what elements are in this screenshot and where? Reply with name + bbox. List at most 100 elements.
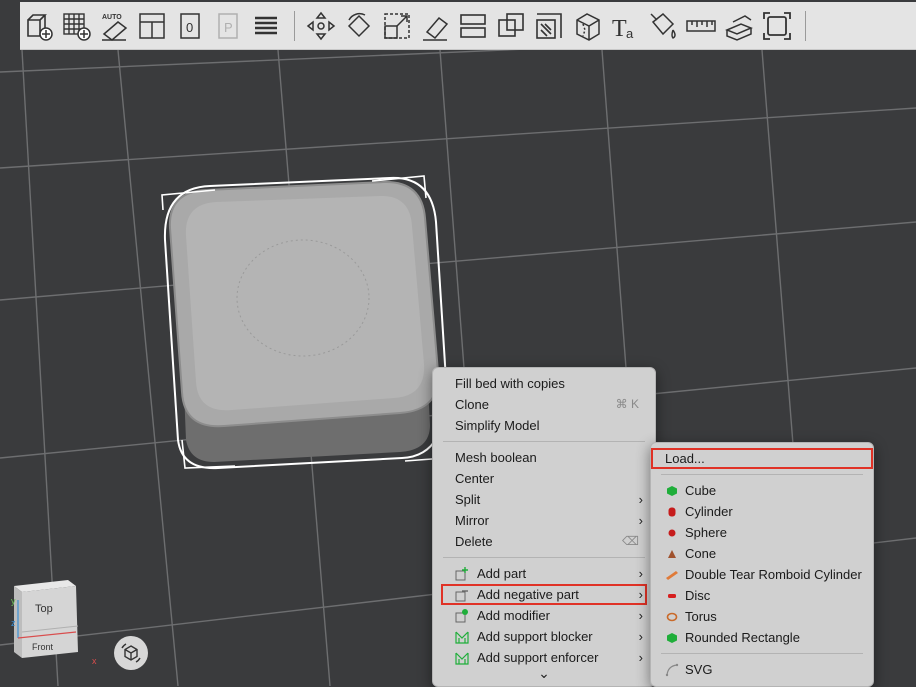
disc-icon — [668, 594, 676, 598]
svg-text:0: 0 — [186, 20, 193, 35]
menu-separator — [443, 557, 645, 558]
menu-label: Rounded Rectangle — [685, 630, 800, 645]
menu-mirror[interactable]: Mirror › — [433, 510, 655, 531]
menu-separator — [661, 474, 863, 475]
axis-z-label: z — [11, 618, 16, 628]
menu-label: Cube — [685, 483, 717, 498]
scale-icon[interactable] — [379, 6, 415, 46]
menu-label: Add support enforcer — [477, 650, 599, 665]
support-blocker-icon — [455, 631, 469, 644]
menu-delete[interactable]: Delete ⌫ — [433, 531, 655, 552]
menu-separator — [661, 653, 863, 654]
menu-label: Add modifier — [477, 608, 550, 623]
support-paint-icon[interactable] — [531, 6, 567, 46]
color-paint-icon[interactable] — [645, 6, 681, 46]
menu-label: Simplify Model — [455, 418, 540, 433]
menu-label: Center — [455, 471, 495, 486]
chevron-right-icon: › — [638, 587, 643, 602]
menu-fill-bed-with-copies[interactable]: Fill bed with copies — [433, 373, 655, 394]
lay-on-face-icon[interactable] — [417, 6, 453, 46]
chevron-right-icon: › — [638, 513, 643, 528]
layout-icon[interactable] — [134, 6, 170, 46]
view-cube[interactable]: Top Front y z x — [8, 580, 98, 670]
arrange-grid-icon[interactable] — [58, 6, 94, 46]
add-object-icon[interactable] — [20, 6, 56, 46]
svg-text:T: T — [612, 16, 627, 42]
menu-cylinder[interactable]: Cylinder — [651, 501, 873, 522]
menu-add-negative-part[interactable]: Add negative part › — [441, 584, 647, 605]
cut-icon[interactable] — [455, 6, 491, 46]
view-cube-front-label: Front — [32, 642, 54, 652]
menu-double-tear-romboid-cylinder[interactable]: Double Tear Romboid Cylinder — [651, 564, 873, 585]
menu-mesh-boolean[interactable]: Mesh boolean — [433, 447, 655, 468]
auto-orient-icon[interactable]: AUTO — [96, 6, 132, 46]
cube-icon — [667, 486, 677, 496]
toolbar-divider — [294, 10, 295, 41]
menu-label: Fill bed with copies — [455, 376, 565, 391]
list-icon[interactable] — [248, 6, 284, 46]
mesh-boolean-icon[interactable] — [493, 6, 529, 46]
reset-view-button[interactable] — [114, 636, 148, 670]
svg-text:a: a — [626, 26, 634, 41]
rotate-icon[interactable] — [341, 6, 377, 46]
top-toolbar: AUTO 0 P Ta — [20, 2, 916, 50]
menu-cone[interactable]: Cone — [651, 543, 873, 564]
menu-add-support-enforcer[interactable]: Add support enforcer › — [433, 647, 655, 668]
plate-0-icon[interactable]: 0 — [172, 6, 208, 46]
menu-label: SVG — [685, 662, 713, 677]
menu-label: Add negative part — [477, 587, 579, 602]
add-negative-part-icon — [455, 590, 468, 602]
menu-label: Add part — [477, 566, 527, 581]
menu-load[interactable]: Load... — [651, 448, 873, 469]
support-enforcer-icon — [455, 652, 469, 665]
menu-label: Cylinder — [685, 504, 733, 519]
shortcut-hint: ⌘ K — [615, 397, 639, 411]
menu-label: Double Tear Romboid Cylinder — [685, 567, 862, 582]
fullscreen-icon[interactable] — [759, 6, 795, 46]
sphere-icon — [668, 529, 676, 537]
negative-part-submenu: Load... Cube Cylinder Sphere Cone Double… — [650, 442, 874, 687]
assembly-icon[interactable] — [721, 6, 757, 46]
menu-label: Torus — [685, 609, 717, 624]
menu-add-support-blocker[interactable]: Add support blocker › — [433, 626, 655, 647]
menu-label: Mirror — [455, 513, 489, 528]
text-icon[interactable]: Ta — [607, 6, 643, 46]
romboid-cylinder-icon — [666, 571, 678, 580]
rounded-rectangle-icon — [667, 633, 677, 643]
menu-label: Delete — [455, 534, 493, 549]
svg-text:P: P — [224, 20, 233, 35]
chevron-right-icon: › — [638, 566, 643, 581]
menu-add-part[interactable]: Add part › — [433, 563, 655, 584]
menu-simplify-model[interactable]: Simplify Model — [433, 415, 655, 436]
cone-icon — [668, 550, 676, 558]
torus-icon — [666, 612, 678, 622]
menu-clone[interactable]: Clone ⌘ K — [433, 394, 655, 415]
menu-label: Mesh boolean — [455, 450, 537, 465]
chevron-right-icon: › — [638, 608, 643, 623]
measure-icon[interactable] — [683, 6, 719, 46]
menu-label: Disc — [685, 588, 711, 603]
menu-svg[interactable]: SVG — [651, 659, 873, 680]
menu-add-modifier[interactable]: Add modifier › — [433, 605, 655, 626]
model-rounded-box[interactable] — [161, 175, 448, 470]
menu-rounded-rectangle[interactable]: Rounded Rectangle — [651, 627, 873, 648]
chevron-right-icon: › — [638, 492, 643, 507]
menu-split[interactable]: Split › — [433, 489, 655, 510]
menu-cube[interactable]: Cube — [651, 480, 873, 501]
plate-p-icon[interactable]: P — [210, 6, 246, 46]
menu-disc[interactable]: Disc — [651, 585, 873, 606]
seam-paint-icon[interactable] — [569, 6, 605, 46]
menu-sphere[interactable]: Sphere — [651, 522, 873, 543]
menu-label: Load... — [665, 451, 705, 466]
menu-label: Split — [455, 492, 481, 507]
menu-center[interactable]: Center — [433, 468, 655, 489]
menu-torus[interactable]: Torus — [651, 606, 873, 627]
move-icon[interactable] — [303, 6, 339, 46]
reset-view-icon — [121, 643, 141, 663]
menu-label: Sphere — [685, 525, 727, 540]
axis-y-label: y — [11, 596, 16, 606]
axis-x-label: x — [92, 656, 97, 666]
add-part-icon — [455, 567, 468, 581]
scroll-down-icon[interactable]: ⌄ — [433, 666, 655, 682]
object-context-menu: Fill bed with copies Clone ⌘ K Simplify M… — [432, 367, 656, 687]
